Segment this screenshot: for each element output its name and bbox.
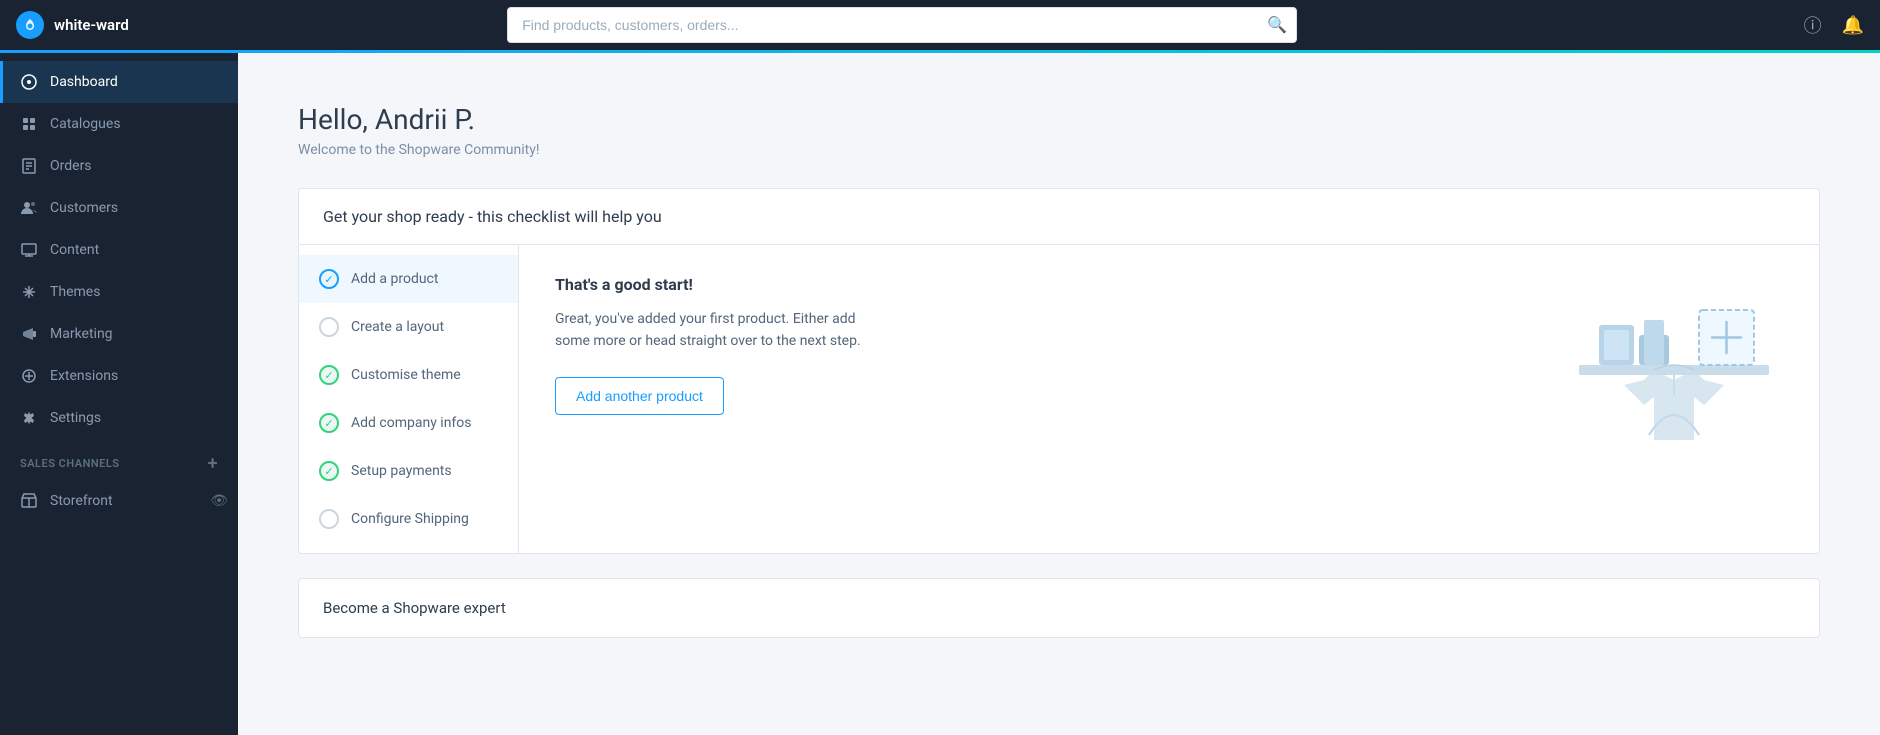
sidebar-item-themes[interactable]: Themes xyxy=(0,271,238,313)
storefront-icon xyxy=(20,492,38,510)
sidebar-item-orders-label: Orders xyxy=(50,158,92,174)
add-sales-channel-button[interactable]: + xyxy=(208,453,218,474)
sidebar: Dashboard Catalogues xyxy=(0,53,238,735)
app-name: white-ward xyxy=(54,16,129,34)
sidebar-item-catalogues-label: Catalogues xyxy=(50,116,121,132)
catalogues-icon xyxy=(20,115,38,133)
content-icon xyxy=(20,241,38,259)
main-content: Hello, Andrii P. Welcome to the Shopware… xyxy=(238,53,1880,735)
add-another-product-button[interactable]: Add another product xyxy=(555,377,724,415)
sidebar-item-settings[interactable]: Settings xyxy=(0,397,238,439)
greeting-title: Hello, Andrii P. xyxy=(298,103,1820,136)
sidebar-item-themes-label: Themes xyxy=(50,284,100,300)
storefront-label: Storefront xyxy=(50,493,113,509)
topbar: white-ward 🔍 ⓘ 🔔 xyxy=(0,0,1880,50)
sidebar-item-marketing-label: Marketing xyxy=(50,326,113,342)
dashboard-icon xyxy=(20,73,38,91)
notifications-icon[interactable]: 🔔 xyxy=(1842,15,1864,36)
sidebar-item-customers[interactable]: Customers xyxy=(0,187,238,229)
checklist-item-add-company-infos[interactable]: ✓ Add company infos xyxy=(299,399,518,447)
checklist-item-configure-shipping[interactable]: Configure Shipping xyxy=(299,495,518,543)
check-circle-add-product: ✓ xyxy=(319,269,339,289)
sidebar-item-content[interactable]: Content xyxy=(0,229,238,271)
orders-icon xyxy=(20,157,38,175)
sidebar-item-catalogues[interactable]: Catalogues xyxy=(0,103,238,145)
checklist-item-add-product-label: Add a product xyxy=(351,271,438,287)
checklist-body: ✓ Add a product Create a layout ✓ Custom… xyxy=(299,245,1819,553)
settings-icon xyxy=(20,409,38,427)
sales-channels-section: Sales Channels + xyxy=(0,439,238,480)
checklist-detail: That's a good start! Great, you've added… xyxy=(519,245,1819,553)
sidebar-item-settings-label: Settings xyxy=(50,410,101,426)
sidebar-item-extensions-label: Extensions xyxy=(50,368,118,384)
checklist-item-add-company-infos-label: Add company infos xyxy=(351,415,472,431)
marketing-icon xyxy=(20,325,38,343)
checklist-item-configure-shipping-label: Configure Shipping xyxy=(351,511,469,527)
help-icon[interactable]: ⓘ xyxy=(1804,12,1822,38)
check-circle-setup-payments: ✓ xyxy=(319,461,339,481)
storefront-preview-icon[interactable]: 👁 xyxy=(210,493,228,509)
sidebar-item-dashboard[interactable]: Dashboard xyxy=(0,61,238,103)
customers-icon xyxy=(20,199,38,217)
checklist-item-customise-theme-label: Customise theme xyxy=(351,367,461,383)
sidebar-nav: Dashboard Catalogues xyxy=(0,53,238,530)
sidebar-item-storefront[interactable]: Storefront xyxy=(0,480,210,522)
sidebar-item-content-label: Content xyxy=(50,242,99,258)
checklist-header: Get your shop ready - this checklist wil… xyxy=(299,189,1819,245)
storefront-row: Storefront 👁 xyxy=(0,480,238,522)
checklist-item-setup-payments-label: Setup payments xyxy=(351,463,452,479)
topbar-actions: ⓘ 🔔 xyxy=(1804,12,1864,38)
checklist-item-customise-theme[interactable]: ✓ Customise theme xyxy=(299,351,518,399)
sidebar-item-marketing[interactable]: Marketing xyxy=(0,313,238,355)
checklist-items-list: ✓ Add a product Create a layout ✓ Custom… xyxy=(299,245,519,553)
sidebar-item-dashboard-label: Dashboard xyxy=(50,74,118,90)
extensions-icon xyxy=(20,367,38,385)
checklist-card: Get your shop ready - this checklist wil… xyxy=(298,188,1820,554)
sidebar-item-customers-label: Customers xyxy=(50,200,118,216)
search-input[interactable] xyxy=(507,7,1297,43)
checklist-item-add-product[interactable]: ✓ Add a product xyxy=(299,255,518,303)
product-illustration xyxy=(1569,265,1789,465)
check-circle-create-layout xyxy=(319,317,339,337)
become-expert-card: Become a Shopware expert xyxy=(298,578,1820,638)
checklist-item-create-layout[interactable]: Create a layout xyxy=(299,303,518,351)
themes-icon xyxy=(20,283,38,301)
checklist-item-setup-payments[interactable]: ✓ Setup payments xyxy=(299,447,518,495)
search-button[interactable]: 🔍 xyxy=(1267,15,1287,35)
search-bar[interactable]: 🔍 xyxy=(507,7,1297,43)
check-circle-customise-theme: ✓ xyxy=(319,365,339,385)
become-expert-text: Become a Shopware expert xyxy=(323,599,506,617)
main-layout: Dashboard Catalogues xyxy=(0,53,1880,735)
checklist-detail-desc: Great, you've added your first product. … xyxy=(555,308,875,353)
sidebar-item-orders[interactable]: Orders xyxy=(0,145,238,187)
sidebar-item-extensions[interactable]: Extensions xyxy=(0,355,238,397)
sales-channels-label: Sales Channels xyxy=(20,457,120,470)
check-circle-configure-shipping xyxy=(319,509,339,529)
check-circle-add-company-infos: ✓ xyxy=(319,413,339,433)
checklist-item-create-layout-label: Create a layout xyxy=(351,319,444,335)
logo-icon xyxy=(16,11,44,39)
app-logo: white-ward xyxy=(16,11,254,39)
greeting-subtitle: Welcome to the Shopware Community! xyxy=(298,142,1820,158)
